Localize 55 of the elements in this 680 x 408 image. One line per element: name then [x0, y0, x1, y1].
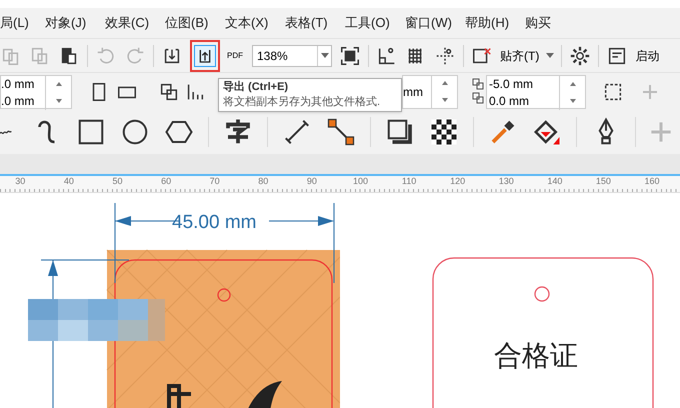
size-field[interactable]: .0 mm .0 mm	[0, 74, 72, 108]
caret-icon	[320, 53, 328, 58]
ruler-label: 150	[594, 176, 612, 188]
mm-field[interactable]: mm	[402, 74, 458, 108]
export-button[interactable]	[194, 44, 216, 66]
menu-item[interactable]: 局(L)	[0, 13, 45, 33]
transparency-icon[interactable]	[429, 117, 459, 147]
menu-item[interactable]: 窗口(W)	[405, 13, 465, 33]
settings-icon[interactable]	[569, 44, 592, 66]
ruler-label: 80	[257, 176, 270, 188]
tooltip-description: 将文档副本另存为其他文件格式.	[223, 95, 382, 110]
snap-dropdown[interactable]: 贴齐(T)	[500, 46, 540, 64]
ruler-label: 40	[62, 176, 75, 188]
ruler-label: 100	[352, 176, 369, 188]
full-screen-icon[interactable]	[339, 44, 361, 66]
export-icon	[197, 48, 213, 64]
zoom-value: 138%	[256, 48, 289, 64]
offset-field[interactable]: -5.0 mm 0.0 mm	[486, 74, 586, 108]
tooltip-title: 导出 (Ctrl+E)	[223, 80, 290, 95]
ruler-label: 140	[546, 176, 564, 188]
drop-shadow-icon[interactable]	[385, 117, 415, 147]
menu-item[interactable]: 购买	[525, 13, 585, 33]
offset-y-icon	[472, 92, 486, 106]
mm-value: mm	[403, 84, 424, 100]
ellipse-icon[interactable]	[120, 117, 150, 147]
ruler-label: 50	[111, 176, 124, 188]
menu-item[interactable]: 位图(B)	[165, 13, 225, 33]
ruler-label: 120	[449, 176, 466, 188]
pdf-button[interactable]: PDF	[227, 52, 245, 60]
menu-item[interactable]: 文本(X)	[225, 13, 285, 33]
ruler-label: 110	[400, 176, 418, 188]
tag-title: 合格证	[494, 340, 578, 372]
zoom-dropdown[interactable]: 138%	[252, 44, 332, 66]
menu-item[interactable]: 对象(J)	[45, 13, 105, 33]
ruler-label: 90	[306, 176, 318, 188]
menu-item[interactable]: 工具(O)	[345, 13, 405, 33]
ruler-label: 30	[14, 176, 26, 188]
menu-item[interactable]: 表格(T)	[285, 13, 345, 33]
offset-value: -5.0 mm	[489, 76, 534, 92]
dimension-label: 45.00 mm	[172, 211, 256, 235]
ruler-label: 70	[208, 176, 221, 188]
launch-dropdown[interactable]: 启动	[635, 46, 660, 64]
connector-icon[interactable]	[326, 117, 356, 147]
menu-item[interactable]: 效果(C)	[105, 13, 165, 33]
ruler-label: 160	[644, 176, 661, 188]
ruler-label: 60	[160, 176, 172, 188]
size-value: .0 mm	[1, 76, 36, 92]
caret-icon	[546, 53, 554, 58]
offset-x-icon	[472, 78, 486, 92]
offset-value: 0.0 mm	[489, 92, 530, 110]
size-value: .0 mm	[1, 92, 36, 110]
ruler-label: 130	[498, 176, 515, 188]
rectangle-icon[interactable]	[76, 117, 106, 147]
menu-item[interactable]: 帮助(H)	[465, 13, 525, 33]
fill-bucket-icon[interactable]	[532, 117, 562, 147]
